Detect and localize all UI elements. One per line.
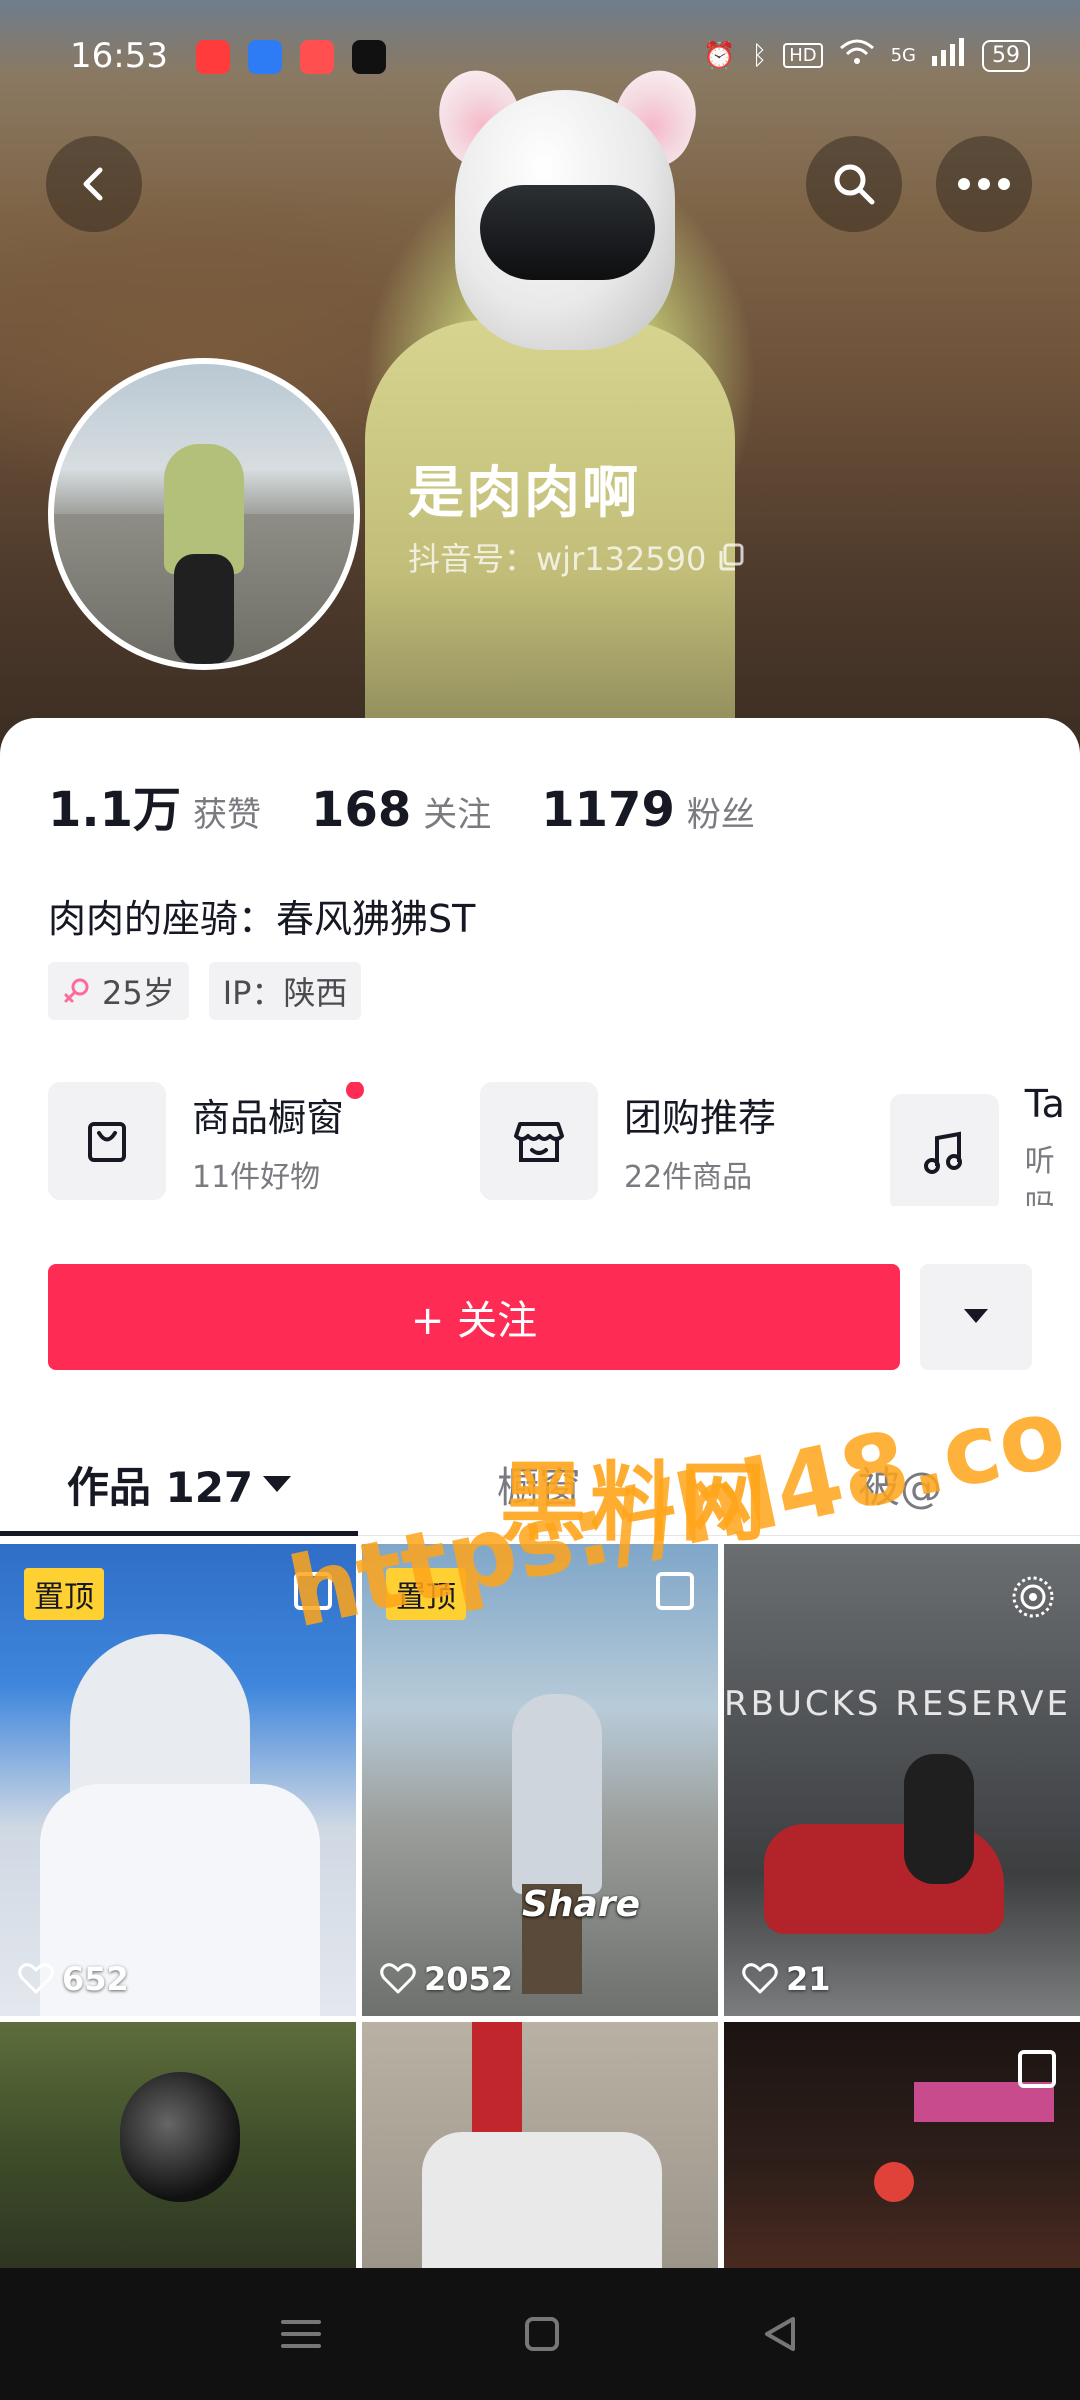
ip-text: IP：陕西 <box>222 974 348 1012</box>
video-thumbnail[interactable] <box>724 2022 1080 2268</box>
video-likes: 21 <box>742 1960 831 1998</box>
status-right: ⏰ ᛒ HD 5G 59 <box>703 38 1030 73</box>
bio-text: 肉肉的座骑：春风狒狒ST <box>48 897 476 941</box>
followers-label[interactable]: 粉丝 <box>687 787 755 836</box>
likes-label: 获赞 <box>193 795 262 835</box>
music-note-icon <box>890 1094 999 1206</box>
heart-icon <box>18 1963 54 1994</box>
video-thumbnail[interactable] <box>0 2022 356 2268</box>
tab-works[interactable]: 作品 127 <box>0 1432 358 1536</box>
following-count[interactable]: 168 <box>311 782 411 838</box>
caret-down-icon <box>263 1476 292 1492</box>
pinned-badge: 置顶 <box>24 1568 104 1620</box>
service-title: 团购推荐 <box>624 1095 777 1140</box>
services-row: 商品橱窗 11件好物 团购推荐 22件商品 Ta 听吗 <box>48 1082 1080 1206</box>
video-likes: 2052 <box>380 1960 513 1998</box>
follow-dropdown-button[interactable] <box>920 1264 1032 1370</box>
back-button[interactable] <box>46 136 142 232</box>
multi-image-icon <box>656 1572 694 1610</box>
heart-icon <box>380 1963 416 1994</box>
alarm-icon: ⏰ <box>703 40 736 71</box>
cover-helmet <box>455 90 675 350</box>
copy-icon[interactable] <box>716 542 746 572</box>
signal-icon <box>932 38 966 73</box>
service-subtitle: 听吗 <box>1024 1144 1055 1206</box>
following-label[interactable]: 关注 <box>423 787 491 836</box>
overlay-sticker-text: Share <box>522 1884 641 1925</box>
service-subtitle: 11件好物 <box>192 1159 321 1195</box>
ip-tag: IP：陕西 <box>208 962 362 1020</box>
status-bar: 16:53 ⏰ ᛒ HD 5G 59 <box>0 0 1080 120</box>
shopping-bag-icon <box>48 1082 166 1200</box>
nickname: 是肉肉啊 <box>408 461 640 526</box>
cover-figure <box>365 320 735 740</box>
more-options-button[interactable] <box>936 136 1032 232</box>
video-thumbnail[interactable] <box>362 2022 718 2268</box>
heart-icon <box>742 1963 778 1994</box>
storefront-sign-text: RBUCKS RESERVE <box>724 1684 1071 1724</box>
video-likes: 652 <box>18 1960 129 1998</box>
service-title: 商品橱窗 <box>192 1082 365 1142</box>
more-dots-icon <box>958 178 1010 190</box>
service-music[interactable]: Ta 听吗 <box>890 1082 1080 1206</box>
profile-stats: 1.1万 获赞 168 关注 1179 粉丝 <box>48 770 805 840</box>
app-notification-icon <box>300 40 334 74</box>
system-navigation-bar <box>0 2268 1080 2400</box>
video-thumbnail[interactable]: RBUCKS RESERVE 21 <box>724 1544 1080 2016</box>
tiktok-notification-icon <box>352 40 386 74</box>
avatar[interactable] <box>48 358 360 670</box>
chevron-left-icon <box>83 167 103 201</box>
network-type: 5G <box>890 45 916 66</box>
battery-indicator: 59 <box>982 39 1030 72</box>
app-notification-icon <box>196 40 230 74</box>
likes-count: 1.1万 <box>48 782 182 838</box>
service-group-buy[interactable]: 团购推荐 22件商品 <box>480 1082 776 1200</box>
douyin-id[interactable]: 抖音号：wjr132590 <box>408 534 746 580</box>
live-photo-icon <box>1012 1576 1054 1618</box>
bluetooth-icon: ᛒ <box>751 40 768 71</box>
store-icon <box>480 1082 598 1200</box>
age-text: 25岁 <box>102 974 175 1012</box>
followers-count[interactable]: 1179 <box>541 782 675 838</box>
age-tag: 25岁 <box>48 962 189 1020</box>
caret-down-icon <box>964 1309 988 1323</box>
menu-icon[interactable] <box>279 2314 323 2354</box>
female-icon <box>64 978 89 1003</box>
wifi-icon <box>839 38 875 73</box>
back-triangle-icon[interactable] <box>761 2314 801 2354</box>
home-icon[interactable] <box>522 2314 562 2354</box>
hd-badge: HD <box>783 43 823 68</box>
service-subtitle: 22件商品 <box>624 1159 753 1195</box>
status-time: 16:53 <box>70 36 168 76</box>
service-title: Ta <box>1024 1082 1065 1126</box>
douyin-id-text: 抖音号：wjr132590 <box>408 540 707 578</box>
notification-dot <box>346 1082 365 1099</box>
profile-tags: 25岁 IP：陕西 <box>48 962 362 1020</box>
search-icon <box>834 164 875 205</box>
tab-works-label: 作品 127 <box>66 1462 254 1512</box>
follow-button[interactable]: + 关注 <box>48 1264 900 1370</box>
multi-image-icon <box>1018 2050 1056 2088</box>
service-product-showcase[interactable]: 商品橱窗 11件好物 <box>48 1082 365 1200</box>
app-notification-icon <box>248 40 282 74</box>
search-button[interactable] <box>806 136 902 232</box>
